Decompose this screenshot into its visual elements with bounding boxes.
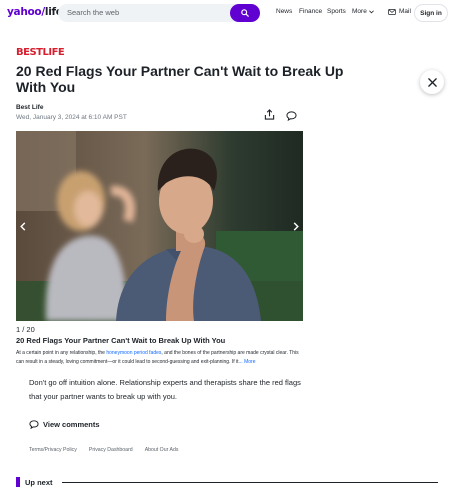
slide-caption: 20 Red Flags Your Partner Can't Wait to …: [16, 336, 226, 345]
close-button[interactable]: [420, 70, 444, 94]
mail-link[interactable]: Mail: [388, 8, 411, 15]
slide-description: At a certain point in any relationship, …: [16, 349, 304, 367]
up-next-header: Up next: [16, 477, 53, 487]
next-slide-button[interactable]: [291, 220, 301, 232]
comment-icon: [29, 420, 39, 429]
up-next-accent-bar: [16, 477, 20, 487]
comments-button[interactable]: [286, 108, 297, 126]
view-comments-label: View comments: [43, 420, 100, 429]
chevron-left-icon: [20, 221, 26, 231]
article-author[interactable]: Best Life: [16, 104, 43, 111]
terms-privacy-link[interactable]: Terms/Privacy Policy: [29, 447, 77, 453]
slide-description-text: At a certain point in any relationship, …: [16, 350, 107, 356]
up-next-label: Up next: [25, 477, 53, 487]
up-next-divider: [62, 482, 438, 483]
mail-label: Mail: [399, 8, 411, 15]
more-link[interactable]: ... More: [239, 359, 256, 365]
article-paragraph: Don't go off intuition alone. Relationsh…: [29, 378, 301, 401]
footer-links: Terms/Privacy Policy Privacy Dashboard A…: [29, 447, 178, 453]
article-date: Wed, January 3, 2024 at 6:10 AM PST: [16, 114, 127, 121]
logo-yahoo-text: yahoo: [7, 6, 42, 18]
share-button[interactable]: [264, 107, 275, 125]
privacy-dashboard-link[interactable]: Privacy Dashboard: [89, 447, 133, 453]
previous-slide-button[interactable]: [18, 220, 28, 232]
search-bar: Search the web: [58, 4, 260, 22]
nav-more-label: More: [352, 8, 367, 15]
sign-in-button[interactable]: Sign in: [414, 4, 448, 22]
top-bar: yahoo/life Search the web News Finance S…: [0, 0, 455, 26]
nav-news[interactable]: News: [276, 8, 292, 15]
search-input[interactable]: Search the web: [67, 8, 119, 17]
about-ads-link[interactable]: About Our Ads: [145, 447, 179, 453]
nav-finance[interactable]: Finance: [299, 8, 322, 15]
search-icon: [241, 9, 249, 17]
yahoo-life-logo[interactable]: yahoo/life: [7, 6, 63, 18]
close-icon: [427, 77, 437, 87]
honeymoon-link[interactable]: honeymoon period fades: [106, 350, 161, 356]
slideshow-image[interactable]: [16, 131, 303, 321]
couple-photo: [16, 131, 303, 321]
chevron-down-icon: [368, 9, 374, 13]
nav-more[interactable]: More: [352, 8, 374, 15]
publisher-logo[interactable]: BESTLIFE: [16, 47, 65, 58]
chevron-right-icon: [293, 221, 299, 231]
nav-sports[interactable]: Sports: [327, 8, 346, 15]
comment-icon: [286, 111, 297, 122]
view-comments-button[interactable]: View comments: [29, 420, 100, 429]
mail-icon: [388, 8, 396, 15]
slide-counter: 1 / 20: [16, 325, 35, 334]
article-title: 20 Red Flags Your Partner Can't Wait to …: [16, 63, 344, 95]
search-button[interactable]: [230, 4, 260, 22]
share-icon: [264, 109, 275, 120]
